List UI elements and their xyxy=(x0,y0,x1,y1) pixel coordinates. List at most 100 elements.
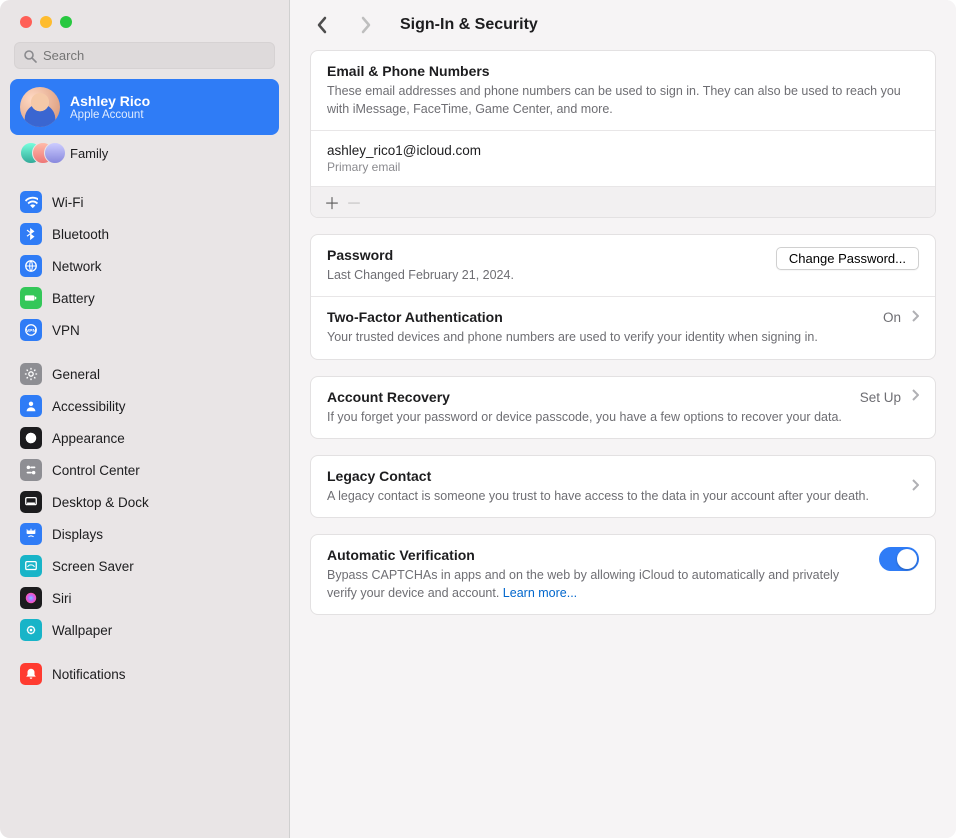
search-field[interactable] xyxy=(14,42,275,69)
section-description: Your trusted devices and phone numbers a… xyxy=(327,328,871,346)
settings-window: Ashley Rico Apple Account Family Wi-Fi Bl… xyxy=(0,0,956,838)
automatic-verification-toggle[interactable] xyxy=(879,547,919,571)
sidebar-item-notifications[interactable]: Notifications xyxy=(10,658,279,690)
sidebar-item-desktopdock[interactable]: Desktop & Dock xyxy=(10,486,279,518)
sidebar-item-network[interactable]: Network xyxy=(10,250,279,282)
learn-more-link[interactable]: Learn more... xyxy=(503,586,577,600)
sidebar-item-label: Siri xyxy=(52,591,72,606)
bell-icon xyxy=(20,663,42,685)
email-entry-row[interactable]: ashley_rico1@icloud.com Primary email xyxy=(311,130,935,186)
battery-icon xyxy=(20,287,42,309)
automatic-verification-row: Automatic Verification Bypass CAPTCHAs i… xyxy=(311,535,935,614)
avatar xyxy=(20,87,60,127)
account-name: Ashley Rico xyxy=(70,93,150,109)
email-label: Primary email xyxy=(327,160,919,174)
search-icon xyxy=(23,49,37,63)
window-controls xyxy=(0,0,289,42)
legacy-contact-row[interactable]: Legacy Contact A legacy contact is someo… xyxy=(311,456,935,517)
globe-icon xyxy=(20,255,42,277)
sidebar-item-wifi[interactable]: Wi-Fi xyxy=(10,186,279,218)
dock-icon xyxy=(20,491,42,513)
sidebar-item-label: Wallpaper xyxy=(52,623,112,638)
chevron-right-icon xyxy=(911,479,919,494)
account-recovery-panel: Account Recovery If you forget your pass… xyxy=(310,376,936,439)
add-entry-button[interactable]: ＋ xyxy=(321,191,343,213)
sidebar-item-label: Bluetooth xyxy=(52,227,109,242)
toolbar: Sign-In & Security xyxy=(290,0,956,46)
account-recovery-row[interactable]: Account Recovery If you forget your pass… xyxy=(311,377,935,438)
section-title: Automatic Verification xyxy=(327,547,867,563)
sidebar-item-label: Family xyxy=(70,146,108,161)
password-twofa-panel: Password Last Changed February 21, 2024.… xyxy=(310,234,936,359)
sidebar-item-displays[interactable]: Displays xyxy=(10,518,279,550)
sidebar-item-appearance[interactable]: Appearance xyxy=(10,422,279,454)
chevron-right-icon xyxy=(911,389,919,404)
family-avatars-icon xyxy=(20,142,60,164)
search-input[interactable] xyxy=(43,48,266,63)
sidebar-item-label: Network xyxy=(52,259,102,274)
sidebar-item-wallpaper[interactable]: Wallpaper xyxy=(10,614,279,646)
fullscreen-window-button[interactable] xyxy=(60,16,72,28)
sidebar-item-battery[interactable]: Battery xyxy=(10,282,279,314)
gear-icon xyxy=(20,363,42,385)
sidebar-item-label: Battery xyxy=(52,291,95,306)
change-password-button[interactable]: Change Password... xyxy=(776,247,919,270)
account-subtitle: Apple Account xyxy=(70,109,150,121)
sidebar-item-controlcenter[interactable]: Control Center xyxy=(10,454,279,486)
section-title: Password xyxy=(327,247,764,263)
section-description: If you forget your password or device pa… xyxy=(327,408,848,426)
sidebar-item-label: Screen Saver xyxy=(52,559,134,574)
sidebar-item-vpn[interactable]: VPN xyxy=(10,314,279,346)
content-area: Sign-In & Security Email & Phone Numbers… xyxy=(290,0,956,838)
automatic-verification-panel: Automatic Verification Bypass CAPTCHAs i… xyxy=(310,534,936,615)
section-title: Two-Factor Authentication xyxy=(327,309,871,325)
wallpaper-icon xyxy=(20,619,42,641)
sidebar-item-screensaver[interactable]: Screen Saver xyxy=(10,550,279,582)
appearance-icon xyxy=(20,427,42,449)
email-phone-panel: Email & Phone Numbers These email addres… xyxy=(310,50,936,218)
section-description: These email addresses and phone numbers … xyxy=(327,82,919,118)
forward-button xyxy=(352,12,378,38)
sidebar-item-label: Wi-Fi xyxy=(52,195,83,210)
account-recovery-status: Set Up xyxy=(860,390,901,405)
sidebar-item-label: Control Center xyxy=(52,463,140,478)
sidebar-item-label: VPN xyxy=(52,323,80,338)
sidebar-item-bluetooth[interactable]: Bluetooth xyxy=(10,218,279,250)
sidebar: Ashley Rico Apple Account Family Wi-Fi Bl… xyxy=(0,0,290,838)
password-row: Password Last Changed February 21, 2024.… xyxy=(311,235,935,296)
section-title: Email & Phone Numbers xyxy=(327,63,919,79)
section-title: Legacy Contact xyxy=(327,468,899,484)
sidebar-item-label: Desktop & Dock xyxy=(52,495,149,510)
chevron-right-icon xyxy=(911,310,919,325)
display-icon xyxy=(20,523,42,545)
sidebar-item-label: Notifications xyxy=(52,667,126,682)
sidebar-item-family[interactable]: Family xyxy=(10,135,279,174)
switches-icon xyxy=(20,459,42,481)
sidebar-item-label: Accessibility xyxy=(52,399,126,414)
sidebar-item-label: Appearance xyxy=(52,431,125,446)
vpn-icon xyxy=(20,319,42,341)
minimize-window-button[interactable] xyxy=(40,16,52,28)
legacy-contact-panel: Legacy Contact A legacy contact is someo… xyxy=(310,455,936,518)
email-value: ashley_rico1@icloud.com xyxy=(327,143,919,158)
sidebar-item-apple-account[interactable]: Ashley Rico Apple Account xyxy=(10,79,279,135)
section-description: Last Changed February 21, 2024. xyxy=(327,266,764,284)
wifi-icon xyxy=(20,191,42,213)
sidebar-item-label: General xyxy=(52,367,100,382)
sidebar-item-general[interactable]: General xyxy=(10,358,279,390)
screensaver-icon xyxy=(20,555,42,577)
bluetooth-icon xyxy=(20,223,42,245)
section-title: Account Recovery xyxy=(327,389,848,405)
remove-entry-button: － xyxy=(343,191,365,213)
page-title: Sign-In & Security xyxy=(400,16,538,34)
section-description: Bypass CAPTCHAs in apps and on the web b… xyxy=(327,566,867,602)
close-window-button[interactable] xyxy=(20,16,32,28)
sidebar-item-accessibility[interactable]: Accessibility xyxy=(10,390,279,422)
siri-icon xyxy=(20,587,42,609)
add-remove-bar: ＋ － xyxy=(311,186,935,217)
sidebar-item-siri[interactable]: Siri xyxy=(10,582,279,614)
two-factor-row[interactable]: Two-Factor Authentication Your trusted d… xyxy=(311,296,935,358)
section-description: A legacy contact is someone you trust to… xyxy=(327,487,899,505)
back-button[interactable] xyxy=(310,12,336,38)
two-factor-status: On xyxy=(883,310,901,325)
